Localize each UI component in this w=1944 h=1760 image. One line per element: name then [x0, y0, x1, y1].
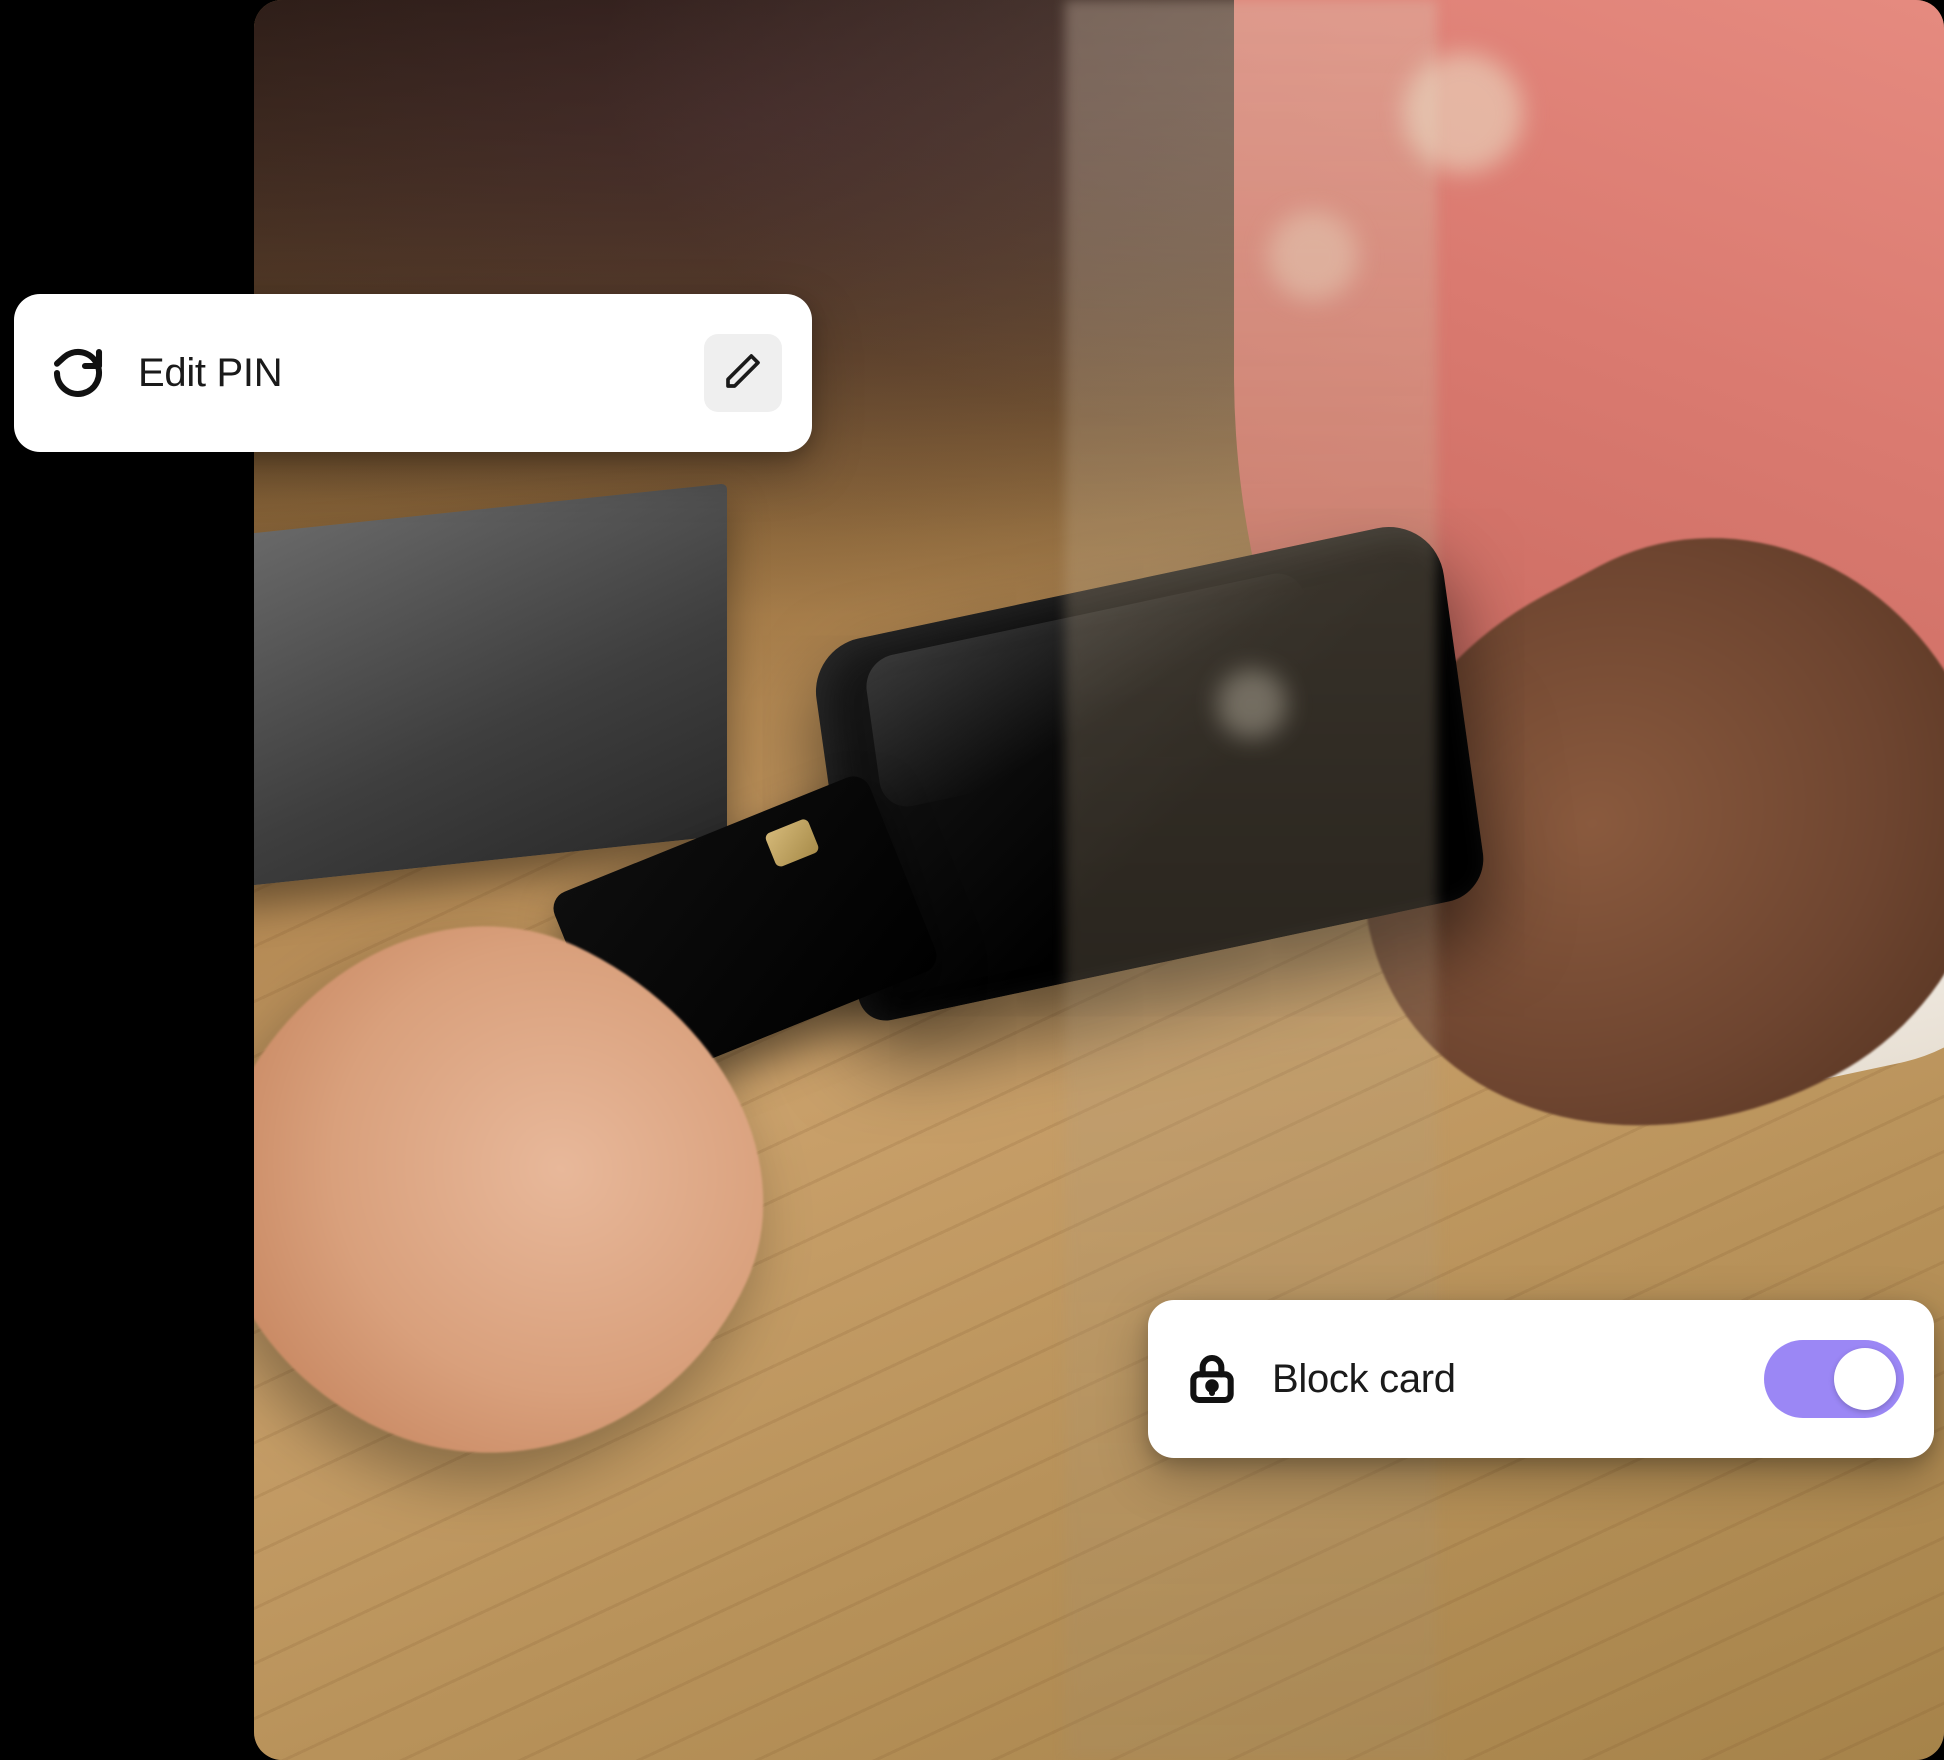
pencil-icon: [723, 351, 763, 396]
edit-pin-label: Edit PIN: [138, 351, 674, 396]
block-card-row[interactable]: Block card: [1148, 1300, 1934, 1458]
bokeh-light: [1217, 669, 1287, 739]
edit-pin-button[interactable]: [704, 334, 782, 412]
toggle-knob: [1834, 1348, 1896, 1410]
card-chip: [764, 818, 820, 869]
photo-background: Qonto: [254, 0, 1944, 1760]
refresh-icon: [48, 343, 108, 403]
glass-reflection: [1065, 0, 1437, 1760]
hero-photo: Qonto: [254, 0, 1944, 1760]
edit-pin-row[interactable]: Edit PIN: [14, 294, 812, 452]
metal-tray: [254, 484, 727, 889]
bokeh-light: [1268, 211, 1358, 301]
bokeh-light: [1403, 53, 1523, 173]
block-card-toggle[interactable]: [1764, 1340, 1904, 1418]
lock-icon: [1182, 1349, 1242, 1409]
block-card-label: Block card: [1272, 1357, 1734, 1402]
